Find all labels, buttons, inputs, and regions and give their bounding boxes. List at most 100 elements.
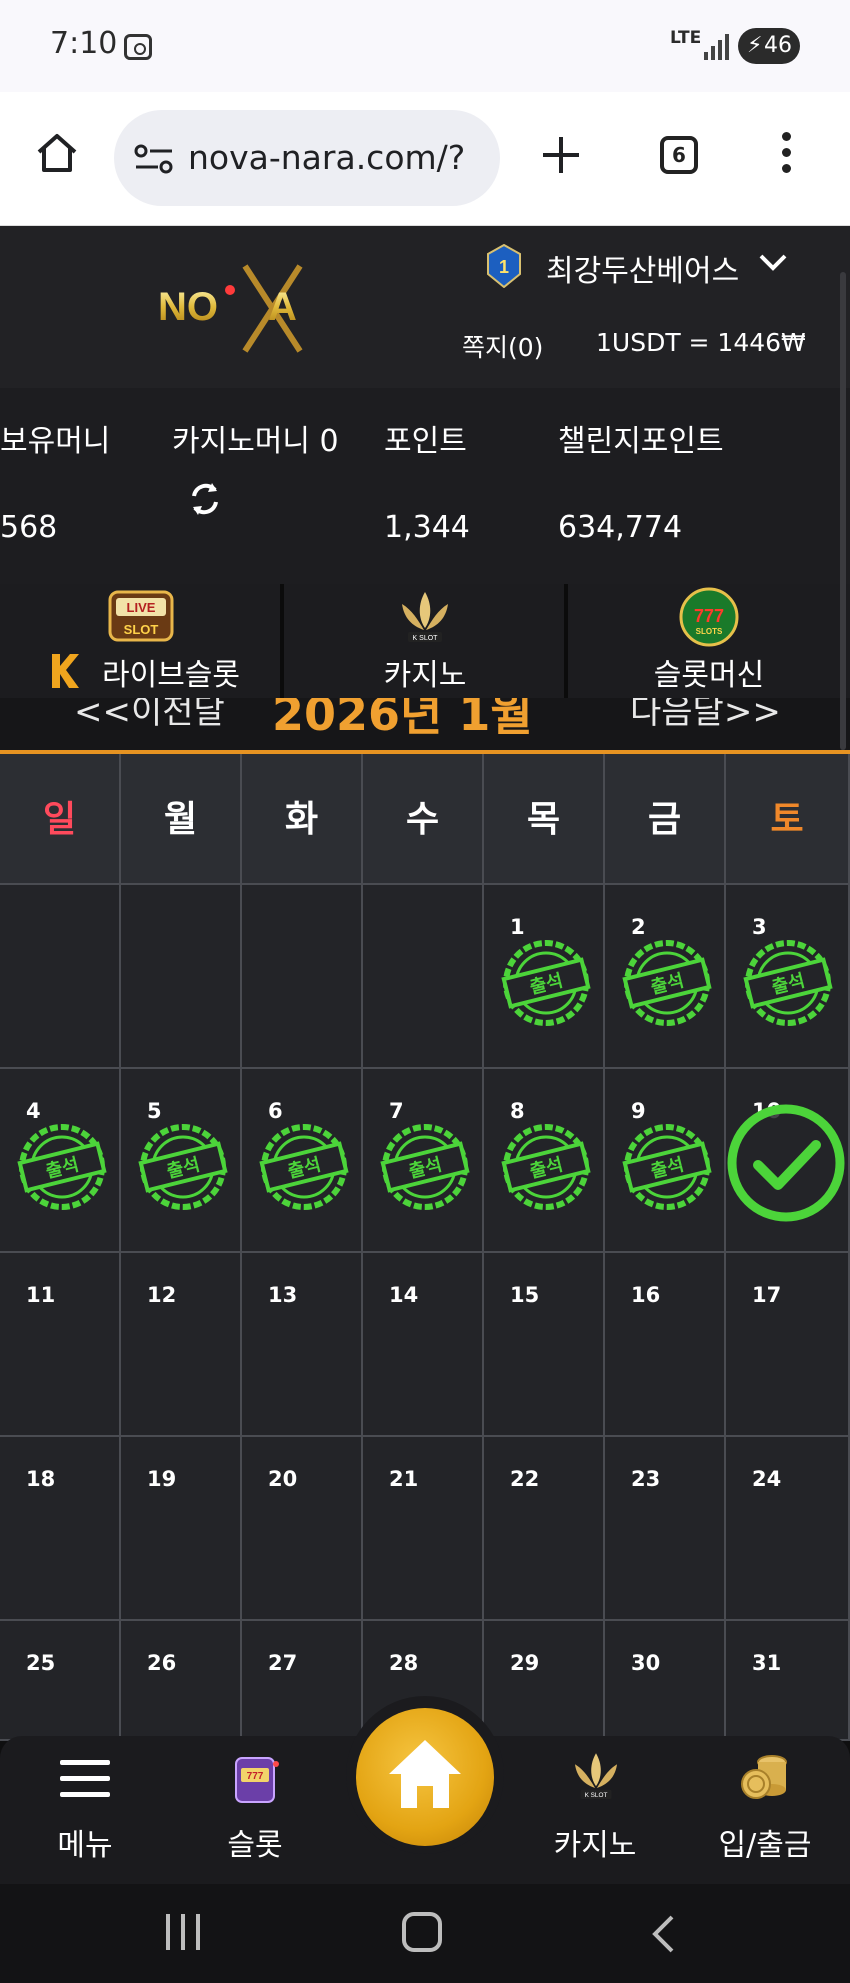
attendance-stamp-icon: 출석 (259, 1124, 349, 1210)
balance-panel: 보유머니 568 카지노머니 0 포인트 1,344 챌린지포인트 634,77… (0, 388, 850, 584)
chevron-down-icon[interactable] (758, 252, 788, 272)
day-number: 14 (389, 1283, 419, 1307)
calendar-day-cell[interactable]: 30 (605, 1621, 726, 1741)
site-home-button[interactable] (356, 1708, 494, 1846)
nav-slot-machine[interactable]: 777 SLOTS 슬롯머신 (568, 584, 850, 698)
calendar-day-cell[interactable]: 2 출석 (605, 885, 726, 1069)
calendar-day-cell[interactable]: 15 (484, 1253, 605, 1437)
calendar-day-cell[interactable]: 8 출석 (484, 1069, 605, 1253)
day-number: 12 (147, 1283, 177, 1307)
lotus-logo-icon: K SLOT (402, 592, 448, 642)
calendar-day-cell[interactable]: 27 (242, 1621, 363, 1741)
status-bar: 7:10 LTE ⚡ 46 (0, 0, 850, 92)
calendar-day-cell[interactable]: 4 출석 (0, 1069, 121, 1253)
more-options-icon[interactable] (780, 132, 792, 178)
calendar-day-cell[interactable]: 13 (242, 1253, 363, 1437)
day-number: 24 (752, 1467, 782, 1491)
nav-live-slot[interactable]: LIVE SLOT 라이브슬롯 (0, 584, 282, 698)
calendar-day-cell[interactable]: 19 (121, 1437, 242, 1621)
rank-badge-icon: 1 (487, 244, 521, 288)
cashier-button[interactable]: 입/출금 (700, 1736, 830, 1884)
screenshot-icon (124, 34, 152, 60)
page-scrollbar[interactable] (840, 272, 846, 750)
calendar-day-cell[interactable]: 21 (363, 1437, 484, 1621)
calendar-day-cell[interactable]: 23 (605, 1437, 726, 1621)
attendance-stamp-icon: 출석 (622, 940, 712, 1026)
weekday-label: 월 (121, 754, 242, 885)
nova-logo[interactable]: NO A (150, 256, 350, 356)
nav-casino[interactable]: K SLOT 카지노 (284, 584, 566, 698)
signal-icon (704, 32, 734, 60)
day-number: 19 (147, 1467, 177, 1491)
calendar-day-cell[interactable]: 16 (605, 1253, 726, 1437)
address-bar[interactable]: nova-nara.com/? (114, 110, 500, 206)
slot-machine-icon: 777 (235, 1757, 279, 1803)
day-number: 28 (389, 1651, 419, 1675)
site-settings-icon[interactable] (134, 144, 174, 174)
calendar-day-cell[interactable]: 17 (726, 1253, 850, 1437)
browser-toolbar: nova-nara.com/? 6 (0, 92, 850, 226)
attendance-stamp-icon: 출석 (17, 1124, 107, 1210)
nav-casino-label: 카지노 (383, 658, 467, 693)
system-home-icon[interactable] (402, 1912, 442, 1952)
calendar-day-cell[interactable]: 6 출석 (242, 1069, 363, 1253)
casino-money-label: 카지노머니 0 (172, 424, 339, 459)
svg-text:777: 777 (247, 1771, 264, 1782)
calendar-day-cell[interactable]: 26 (121, 1621, 242, 1741)
calendar-day-cell[interactable]: 11 (0, 1253, 121, 1437)
notes-link[interactable]: 쪽지(0) (462, 328, 543, 364)
slot-label: 슬롯 (227, 1828, 283, 1863)
game-category-nav: LIVE SLOT 라이브슬롯 K SLOT 카지노 777 SLOTS 슬롯머… (0, 584, 850, 698)
calendar-day-cell[interactable]: 1 출석 (484, 885, 605, 1069)
new-tab-icon[interactable] (538, 132, 584, 178)
day-number: 13 (268, 1283, 298, 1307)
day-number: 25 (26, 1651, 56, 1675)
casino-button[interactable]: K SLOT 카지노 (530, 1736, 660, 1884)
browser-home-icon[interactable] (34, 130, 80, 176)
calendar-day-cell[interactable]: 10 (726, 1069, 850, 1253)
attendance-stamp-icon: 출석 (380, 1124, 470, 1210)
casino-label: 카지노 (553, 1828, 637, 1863)
calendar-day-cell[interactable]: 3 출석 (726, 885, 850, 1069)
calendar-day-cell[interactable]: 18 (0, 1437, 121, 1621)
battery-icon: ⚡ 46 (738, 28, 800, 64)
calendar-day-cell[interactable]: 29 (484, 1621, 605, 1741)
slot-button[interactable]: 777 슬롯 (190, 1736, 320, 1884)
username[interactable]: 최강두산베어스 (546, 246, 739, 290)
attendance-stamp-icon: 출석 (622, 1124, 712, 1210)
weekday-header: 일월화수목금토 (0, 754, 850, 885)
coins-icon (741, 1755, 787, 1799)
menu-button[interactable]: 메뉴 (20, 1736, 150, 1884)
calendar-day-cell[interactable]: 22 (484, 1437, 605, 1621)
day-number: 27 (268, 1651, 298, 1675)
calendar-day-cell[interactable]: 25 (0, 1621, 121, 1741)
tab-switcher-button[interactable]: 6 (660, 136, 698, 174)
calendar-day-cell[interactable]: 20 (242, 1437, 363, 1621)
calendar-day-cell[interactable]: 7 출석 (363, 1069, 484, 1253)
weekday-label: 목 (484, 754, 605, 885)
network-type: LTE (670, 28, 702, 48)
svg-text:SLOT: SLOT (124, 622, 159, 637)
day-number: 11 (26, 1283, 56, 1307)
day-number: 20 (268, 1467, 298, 1491)
refresh-icon[interactable] (186, 480, 224, 518)
back-icon[interactable] (650, 1914, 676, 1954)
page: 7:10 LTE ⚡ 46 nova-nara.com/? 6 NO A 1 최… (0, 0, 850, 1983)
calendar-day-cell[interactable]: 14 (363, 1253, 484, 1437)
weekday-label: 토 (726, 754, 850, 885)
url-text[interactable]: nova-nara.com/? (188, 110, 465, 206)
site-header: NO A 1 최강두산베어스 쪽지(0) 1USDT = 1446₩ (0, 226, 850, 388)
calendar-day-cell[interactable]: 31 (726, 1621, 850, 1741)
calendar-day-cell[interactable]: 12 (121, 1253, 242, 1437)
recent-apps-icon[interactable] (166, 1914, 202, 1950)
attendance-stamp-icon: 출석 (743, 940, 833, 1026)
svg-text:LIVE: LIVE (127, 600, 156, 615)
calendar-day-cell (121, 885, 242, 1069)
held-money-label: 보유머니 (0, 424, 111, 459)
calendar-day-cell[interactable]: 5 출석 (121, 1069, 242, 1253)
calendar-day-cell[interactable]: 24 (726, 1437, 850, 1621)
day-number: 18 (26, 1467, 56, 1491)
svg-text:K SLOT: K SLOT (413, 635, 439, 642)
day-number: 30 (631, 1651, 661, 1675)
calendar-day-cell[interactable]: 9 출석 (605, 1069, 726, 1253)
